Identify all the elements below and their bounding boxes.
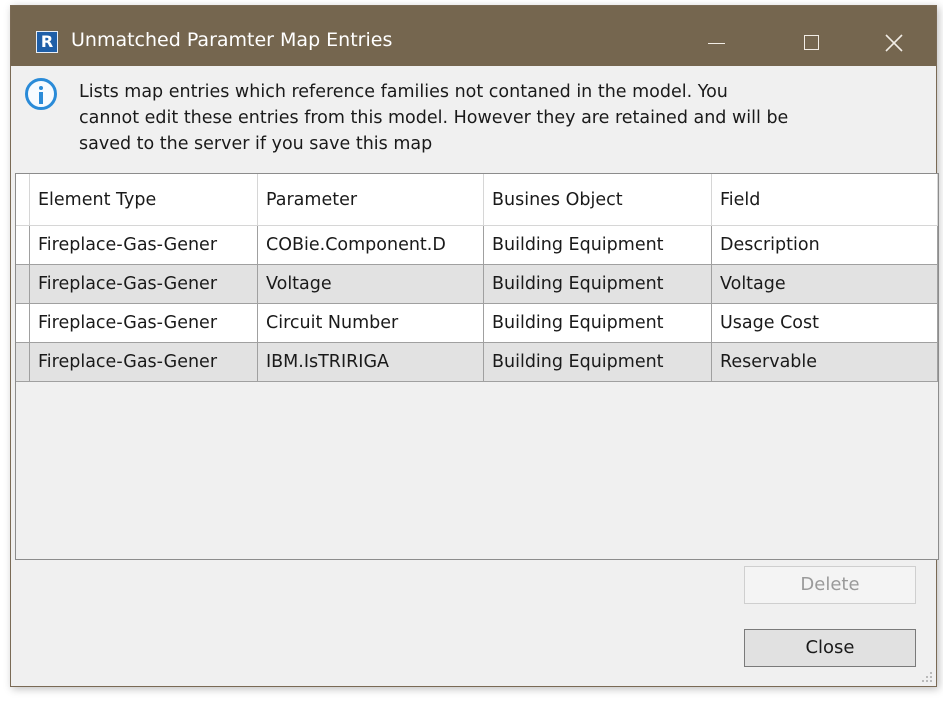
table-row[interactable]: Fireplace-Gas-Gener IBM.IsTRIRIGA Buildi… [16, 343, 938, 382]
table-cell[interactable]: IBM.IsTRIRIGA [258, 343, 484, 382]
minimize-button[interactable] [691, 20, 741, 62]
info-line: saved to the server if you save this map [79, 134, 433, 154]
table-cell[interactable]: Description [712, 226, 938, 265]
entries-table[interactable]: Element Type Parameter Busines Object Fi… [15, 173, 939, 560]
column-header-element-type[interactable]: Element Type [30, 174, 258, 226]
minimize-icon [708, 43, 725, 44]
table-cell[interactable]: Building Equipment [484, 304, 712, 343]
table-cell[interactable]: Voltage [258, 265, 484, 304]
info-line: Lists map entries which reference famili… [79, 82, 728, 102]
row-header[interactable] [16, 343, 30, 382]
column-header-parameter[interactable]: Parameter [258, 174, 484, 226]
table-cell[interactable]: Voltage [712, 265, 938, 304]
delete-button[interactable]: Delete [744, 566, 916, 604]
revit-app-icon: R [36, 31, 58, 53]
table-row[interactable]: Fireplace-Gas-Gener COBie.Component.D Bu… [16, 226, 938, 265]
window-title: Unmatched Paramter Map Entries [71, 29, 393, 51]
dialog-window: R Unmatched Paramter Map Entries Lists m… [10, 5, 939, 687]
close-button[interactable]: Close [744, 629, 916, 667]
maximize-button[interactable] [786, 20, 836, 62]
row-header-corner [16, 174, 30, 226]
table-row[interactable]: Fireplace-Gas-Gener Voltage Building Equ… [16, 265, 938, 304]
row-header[interactable] [16, 304, 30, 343]
close-window-button[interactable] [869, 20, 919, 62]
row-header[interactable] [16, 226, 30, 265]
resize-grip-icon[interactable] [919, 669, 933, 683]
table-cell[interactable]: Building Equipment [484, 265, 712, 304]
column-header-field[interactable]: Field [712, 174, 938, 226]
close-icon [885, 34, 903, 52]
table-cell[interactable]: Fireplace-Gas-Gener [30, 304, 258, 343]
info-icon [25, 78, 57, 110]
table-header-row: Element Type Parameter Busines Object Fi… [16, 174, 938, 226]
row-header[interactable] [16, 265, 30, 304]
table-cell[interactable]: Circuit Number [258, 304, 484, 343]
table-cell[interactable]: Building Equipment [484, 226, 712, 265]
table-cell[interactable]: COBie.Component.D [258, 226, 484, 265]
info-line: cannot edit these entries from this mode… [79, 108, 789, 128]
table-cell[interactable]: Usage Cost [712, 304, 938, 343]
table-cell[interactable]: Fireplace-Gas-Gener [30, 265, 258, 304]
maximize-icon [804, 35, 819, 50]
column-header-business-object[interactable]: Busines Object [484, 174, 712, 226]
table-row[interactable]: Fireplace-Gas-Gener Circuit Number Build… [16, 304, 938, 343]
info-message: Lists map entries which reference famili… [79, 79, 939, 157]
table-cell[interactable]: Building Equipment [484, 343, 712, 382]
table-cell[interactable]: Fireplace-Gas-Gener [30, 226, 258, 265]
title-bar[interactable]: R Unmatched Paramter Map Entries [11, 6, 936, 66]
table-cell[interactable]: Reservable [712, 343, 938, 382]
table-cell[interactable]: Fireplace-Gas-Gener [30, 343, 258, 382]
